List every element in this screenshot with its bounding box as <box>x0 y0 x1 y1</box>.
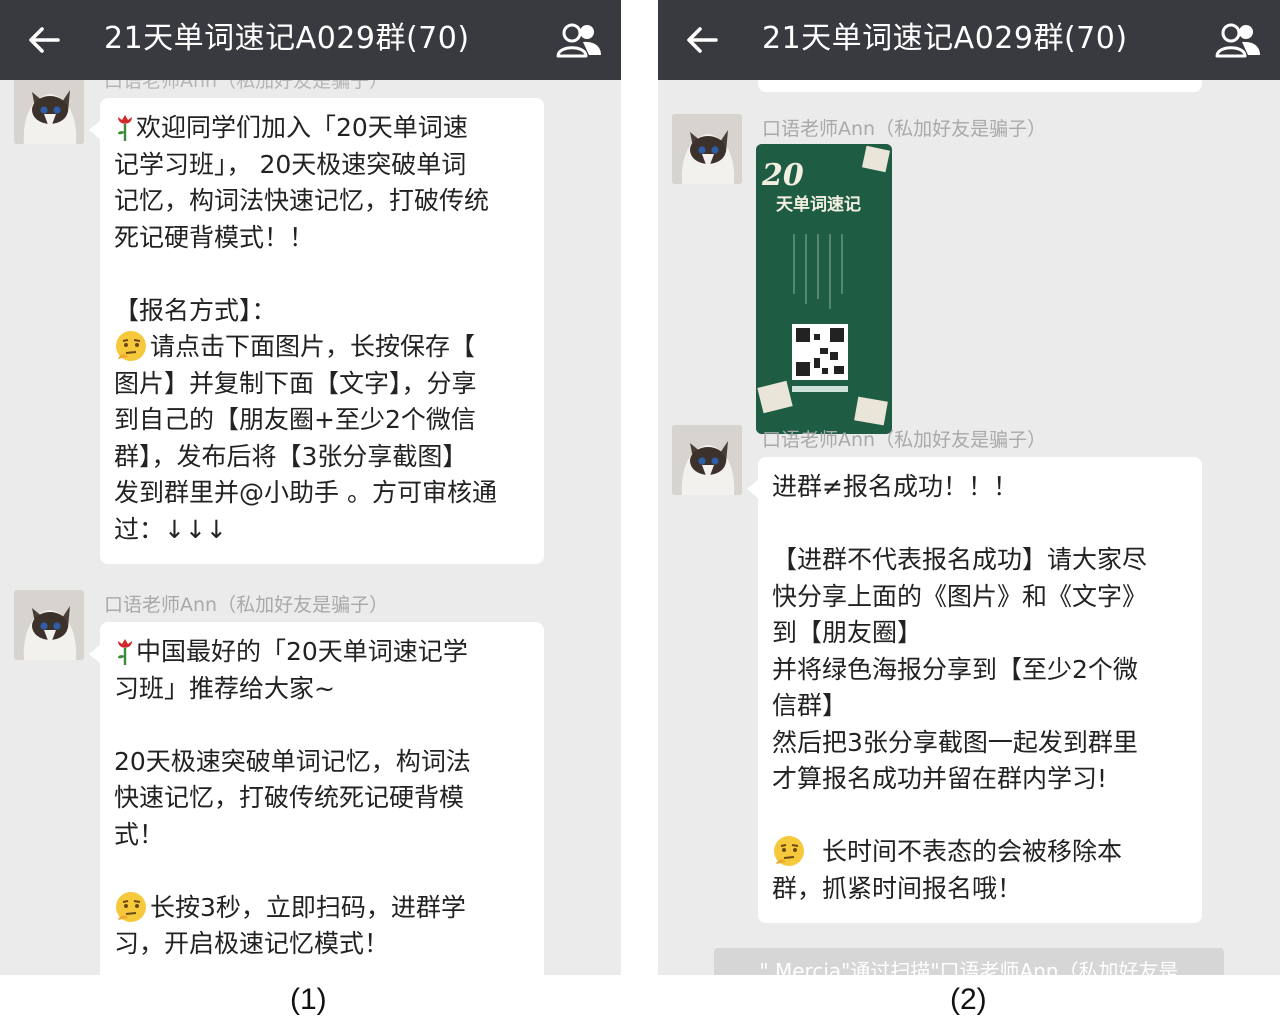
message-list[interactable]: 口语老师Ann（私加好友是骗子） 欢迎同学们加入「20天单词速 记学习班」， 2… <box>0 80 621 975</box>
system-notice: " Mercia"通过扫描"口语老师Ann（私加好友是 <box>714 948 1224 975</box>
message-line: 请点击下面图片，长按保存【 <box>150 332 476 361</box>
cat-avatar[interactable] <box>672 114 742 184</box>
message-line: 并将绿色海报分享到【至少2个微 <box>772 654 1138 684</box>
sender-name: 口语老师Ann（私加好友是骗子） <box>104 594 389 616</box>
message-line: 过：↓↓↓ <box>114 514 227 544</box>
chat-panel-2: 21天单词速记A029群(70) 口语老师Ann（私加好友是骗子） 20 天单词… <box>658 0 1280 975</box>
message-line: 才算报名成功并留在群内学习! <box>772 764 1108 793</box>
figure-caption: (2) <box>950 983 987 1016</box>
message-line: 图片】并复制下面【文字】，分享 <box>114 368 477 398</box>
message-line: 快速记忆，打破传统死记硬背模 <box>114 783 465 812</box>
back-arrow-icon[interactable] <box>682 20 722 60</box>
message-line: 到【朋友圈】 <box>772 618 923 647</box>
message-line: 长时间不表态的会被移除本 <box>822 837 1123 866</box>
rose-emoji-icon <box>118 639 132 665</box>
cat-avatar[interactable] <box>14 590 84 660</box>
message-line: 然后把3张分享截图一起发到群里 <box>772 727 1138 757</box>
message-line: 发到群里并@小助手 。方可审核通 <box>114 478 497 507</box>
message-line: 【进群不代表报名成功】请大家尽 <box>772 545 1148 574</box>
message-line: 长按3秒，立即扫码，进群学 <box>150 892 466 922</box>
message-line: 习班」推荐给大家~ <box>114 673 335 703</box>
message-line: 快分享上面的《图片》和《文字》 <box>772 581 1148 611</box>
thinking-face-emoji-icon <box>116 891 146 922</box>
message-line: 群】，发布后将【3张分享截图】 <box>114 441 468 471</box>
thinking-face-emoji-icon <box>116 331 146 361</box>
cat-avatar[interactable] <box>672 425 742 495</box>
chat-header: 21天单词速记A029群(70) <box>0 0 621 80</box>
message-line: 死记硬背模式！！ <box>114 222 315 252</box>
thinking-face-emoji-icon <box>774 836 804 866</box>
poster-image[interactable]: 20 天单词速记 <box>756 144 892 434</box>
message-line: 20天极速突破单词记忆，构词法 <box>114 746 471 776</box>
back-arrow-icon[interactable] <box>24 20 64 60</box>
chat-header: 21天单词速记A029群(70) <box>658 0 1280 80</box>
figure-caption: (1) <box>290 983 327 1016</box>
message-line: 到自己的【朋友圈+至少2个微信 <box>114 405 476 434</box>
sender-name: 口语老师Ann（私加好友是骗子） <box>762 118 1047 140</box>
message-line: 中国最好的「20天单词速记学 <box>136 637 468 666</box>
message-bubble[interactable]: 进群≠报名成功！！！ 【进群不代表报名成功】请大家尽 快分享上面的《图片》和《文… <box>747 457 1202 923</box>
chat-title: 21天单词速记A029群(70) <box>762 21 1128 56</box>
chat-panel-1: 21天单词速记A029群(70) 口语老师Ann（私加好友是骗子） 欢迎同学们加… <box>0 0 621 975</box>
message-line: 记学习班」， 20天极速突破单词 <box>114 149 467 179</box>
group-members-icon[interactable] <box>555 20 603 60</box>
sender-name: 口语老师Ann（私加好友是骗子） <box>104 80 389 92</box>
message-bubble[interactable]: 欢迎同学们加入「20天单词速 记学习班」， 20天极速突破单词 记忆，构词法快速… <box>89 98 544 564</box>
message-line: 欢迎同学们加入「20天单词速 <box>136 113 468 142</box>
poster-subtitle: 天单词速记 <box>776 195 861 215</box>
message-line: 记忆，构词法快速记忆，打破传统 <box>114 186 490 215</box>
rose-emoji-icon <box>118 115 132 141</box>
previous-bubble-edge <box>758 80 1202 92</box>
chat-title: 21天单词速记A029群(70) <box>104 21 470 56</box>
message-line: 习，开启极速记忆模式！ <box>114 929 390 958</box>
message-line: 进群≠报名成功！！！ <box>772 472 1018 501</box>
message-line: 【报名方式】： <box>114 295 277 325</box>
message-line: 式！ <box>114 819 165 849</box>
message-bubble[interactable]: 中国最好的「20天单词速记学 习班」推荐给大家~ 20天极速突破单词记忆，构词法… <box>89 622 544 975</box>
poster-title: 20 <box>762 158 804 193</box>
message-line: 群，抓紧时间报名哦！ <box>772 873 1023 903</box>
group-members-icon[interactable] <box>1214 20 1262 60</box>
cat-avatar[interactable] <box>14 80 84 144</box>
sender-name: 口语老师Ann（私加好友是骗子） <box>762 429 1047 451</box>
message-list[interactable]: 口语老师Ann（私加好友是骗子） 20 天单词速记 口语老师Ann（私加好友是骗… <box>658 80 1280 975</box>
message-line: 信群】 <box>772 691 848 720</box>
